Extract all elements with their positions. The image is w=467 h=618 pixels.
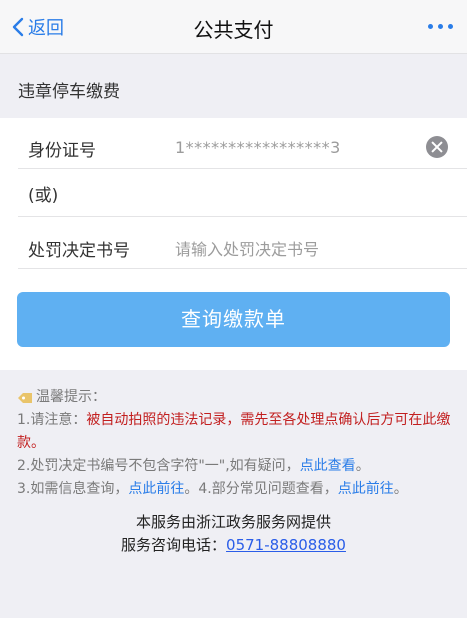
decision-number-label: 处罚决定书号 [28, 241, 130, 261]
id-number-label: 身份证号 [28, 141, 96, 161]
tip-4-link[interactable]: 点此前往 [338, 481, 394, 497]
id-number-field[interactable]: 1*****************3 [175, 138, 341, 157]
tip-3-link[interactable]: 点此前往 [128, 481, 184, 497]
tip-header: 温馨提示： [17, 386, 453, 409]
section-title: 违章停车缴费 [18, 82, 120, 102]
hotline-link[interactable]: 0571-88808880 [226, 536, 346, 554]
clear-icon[interactable] [426, 136, 448, 158]
more-icon[interactable] [428, 24, 453, 29]
tips: 温馨提示： 1.请注意：被自动拍照的违法记录，需先至各处理点确认后方可在此缴款。… [17, 386, 453, 501]
tip-1: 1.请注意：被自动拍照的违法记录，需先至各处理点确认后方可在此缴款。 [17, 412, 451, 451]
or-row: (或) [18, 169, 467, 217]
page-title: 公共支付 [193, 18, 274, 42]
id-number-row[interactable]: 身份证号 1*****************3 [18, 118, 467, 169]
decision-number-field[interactable]: 请输入处罚决定书号 [175, 236, 319, 260]
or-label: (或) [28, 186, 59, 206]
footer-hotline: 服务咨询电话：0571-88808880 [121, 536, 346, 554]
footer-provider: 本服务由浙江政务服务网提供 [135, 513, 331, 531]
tag-icon [18, 392, 32, 403]
decision-number-row[interactable]: 处罚决定书号 请输入处罚决定书号 [18, 217, 467, 269]
navbar: 返回 公共支付 [0, 0, 467, 54]
tip-3: 3.如需信息查询，点此前往。4.部分常见问题查看，点此前往。 [17, 481, 408, 497]
tip-2: 2.处罚决定书编号不包含字符"一",如有疑问，点此查看。 [17, 458, 370, 474]
query-button[interactable]: 查询缴款单 [17, 292, 450, 347]
tip-2-link[interactable]: 点此查看 [300, 458, 356, 474]
